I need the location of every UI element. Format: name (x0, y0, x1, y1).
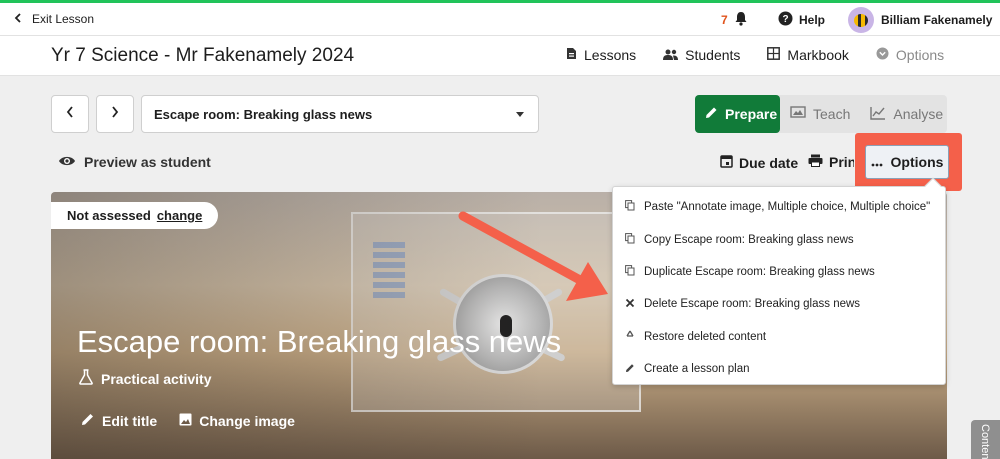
class-header: Yr 7 Science - Mr Fakenamely 2024 Lesson… (0, 36, 1000, 76)
tab-prepare[interactable]: Prepare (695, 95, 780, 133)
calendar-icon (720, 154, 733, 171)
due-date-label: Due date (739, 154, 799, 171)
tab-teach-label: Teach (813, 106, 851, 122)
menu-item-label: Duplicate Escape room: Breaking glass ne… (644, 265, 875, 278)
help-button[interactable]: ? Help (778, 11, 825, 29)
pencil-icon (625, 363, 635, 376)
menu-item-duplicate[interactable]: Duplicate Escape room: Breaking glass ne… (613, 256, 945, 288)
tab-analyse-label: Analyse (893, 106, 944, 122)
preview-as-student-button[interactable]: Preview as student (58, 154, 211, 170)
eye-icon (58, 154, 76, 170)
line-chart-icon (870, 106, 886, 123)
nav-options[interactable]: Options (876, 47, 944, 63)
menu-item-restore[interactable]: Restore deleted content (613, 321, 945, 353)
pencil-icon (81, 412, 95, 429)
question-icon: ? (778, 11, 793, 29)
lesson-title: Escape room: Breaking glass news (77, 324, 562, 359)
tab-prepare-label: Prepare (725, 106, 778, 122)
top-bar: Exit Lesson 7 ? Help Billiam Fakenamely (0, 0, 1000, 36)
nav-markbook-label: Markbook (787, 47, 849, 63)
svg-text:?: ? (782, 14, 788, 25)
menu-item-label: Create a lesson plan (644, 363, 750, 376)
nav-students-label: Students (685, 47, 741, 63)
activity-type: Practical activity (79, 369, 212, 388)
content-side-tab[interactable]: Content (971, 420, 1000, 459)
people-icon (663, 47, 679, 63)
copy-icon (625, 200, 635, 214)
print-button[interactable]: Print (808, 154, 854, 170)
hero-actions: Edit title Change image (81, 412, 295, 429)
side-tab-label: Content (979, 424, 991, 459)
chevron-left-icon (14, 12, 22, 26)
avatar (848, 7, 874, 33)
edit-title-label: Edit title (102, 412, 158, 429)
nav-students[interactable]: Students (663, 47, 740, 63)
tab-analyse[interactable]: Analyse (860, 95, 953, 133)
previous-lesson-button[interactable] (51, 95, 89, 133)
notification-count: 7 (721, 13, 728, 27)
lesson-select[interactable]: Escape room: Breaking glass news (141, 95, 539, 133)
nav-lessons-label: Lessons (584, 47, 637, 63)
notifications-button[interactable]: 7 (721, 11, 748, 29)
bee-icon (854, 14, 868, 27)
due-date-button[interactable]: Due date (720, 154, 798, 171)
options-menu: Paste "Annotate image, Multiple choice, … (612, 186, 946, 385)
preview-label: Preview as student (84, 154, 211, 170)
class-title: Yr 7 Science - Mr Fakenamely 2024 (51, 45, 355, 66)
close-icon (625, 298, 635, 311)
pencil-icon (705, 106, 718, 122)
options-button[interactable]: Options (865, 145, 949, 179)
change-image-button[interactable]: Change image (179, 412, 295, 429)
flask-icon (79, 369, 93, 388)
change-assessment-link[interactable]: change (157, 208, 203, 223)
caret-down-icon (516, 112, 524, 117)
document-icon (566, 47, 577, 63)
lesson-select-value: Escape room: Breaking glass news (154, 107, 373, 122)
copy-icon (625, 265, 635, 279)
print-label: Print (829, 154, 854, 170)
change-image-label: Change image (199, 412, 295, 429)
grid-icon (767, 47, 781, 63)
user-menu[interactable]: Billiam Fakenamely (848, 7, 992, 33)
menu-item-lesson-plan[interactable]: Create a lesson plan (613, 353, 945, 385)
nav-lessons[interactable]: Lessons (566, 47, 636, 63)
user-name: Billiam Fakenamely (881, 13, 993, 27)
nav-markbook[interactable]: Markbook (767, 47, 849, 63)
menu-item-paste[interactable]: Paste "Annotate image, Multiple choice, … (613, 191, 945, 223)
options-label: Options (890, 154, 944, 170)
printer-icon (808, 154, 823, 170)
assessment-badge: Not assessed change (51, 202, 219, 229)
next-lesson-button[interactable] (96, 95, 134, 133)
menu-item-label: Copy Escape room: Breaking glass news (644, 233, 854, 246)
tab-teach[interactable]: Teach (780, 95, 860, 133)
class-nav: Lessons Students Markbook Options (566, 47, 944, 63)
exit-lesson-button[interactable]: Exit Lesson (14, 12, 94, 26)
mode-switcher: Prepare Teach Analyse (695, 95, 947, 133)
menu-item-delete[interactable]: Delete Escape room: Breaking glass news (613, 288, 945, 320)
chevron-left-icon (66, 105, 74, 123)
nav-options-label: Options (895, 47, 945, 63)
activity-type-label: Practical activity (101, 370, 212, 387)
image-icon (179, 413, 192, 429)
presentation-icon (790, 105, 806, 123)
menu-item-label: Restore deleted content (644, 330, 767, 343)
bell-icon (734, 11, 748, 29)
menu-item-copy[interactable]: Copy Escape room: Breaking glass news (613, 223, 945, 255)
chevron-down-circle-icon (876, 47, 889, 63)
assessment-status: Not assessed (67, 208, 151, 223)
ellipsis-icon (871, 154, 883, 170)
copy-icon (625, 232, 635, 247)
chevron-right-icon (111, 105, 119, 123)
menu-item-label: Delete Escape room: Breaking glass news (644, 298, 861, 311)
exit-lesson-label: Exit Lesson (32, 12, 95, 26)
edit-title-button[interactable]: Edit title (81, 412, 157, 429)
recycle-icon (625, 330, 635, 343)
help-label: Help (799, 13, 826, 27)
menu-item-label: Paste "Annotate image, Multiple choice, … (644, 201, 931, 214)
